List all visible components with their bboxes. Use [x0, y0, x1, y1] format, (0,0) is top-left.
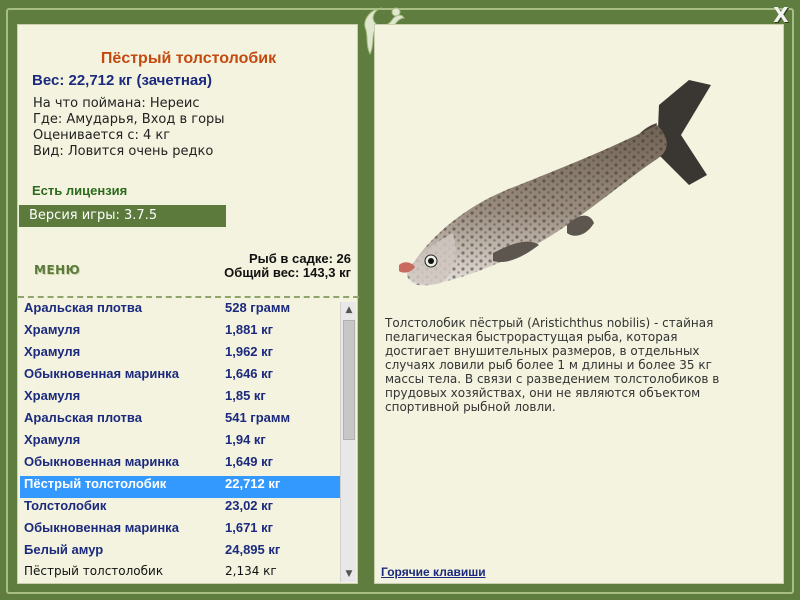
catch-fish-name: Белый амур	[24, 542, 104, 557]
catch-fish-name: Храмуля	[24, 388, 81, 403]
catch-fish-name: Пёстрый толстолобик	[24, 564, 164, 578]
catch-fish-name: Обыкновенная маринка	[24, 454, 179, 469]
catch-fish-weight: 22,712 кг	[225, 476, 281, 491]
game-version: Версия игры: 3.7.5	[19, 205, 226, 227]
catch-fish-weight: 23,02 кг	[225, 498, 274, 513]
catch-row[interactable]: Пёстрый толстолобик 22,712 кг	[20, 476, 342, 498]
catch-row[interactable]: Аральская плотва 528 грамм	[20, 300, 342, 322]
catch-row[interactable]: Храмуля 1,962 кг	[20, 344, 342, 366]
catch-fish-weight: 1,962 кг	[225, 344, 274, 359]
catch-fish-weight: 1,671 кг	[225, 520, 274, 535]
catch-fish-name: Аральская плотва	[24, 410, 142, 425]
catch-row[interactable]: Храмуля 1,85 кг	[20, 388, 342, 410]
catch-fish-name: Храмуля	[24, 322, 81, 337]
location-detail: Где: Амударья, Вход в горы	[33, 112, 225, 127]
hotkeys-link[interactable]: Горячие клавиши	[381, 565, 486, 579]
catch-fish-name: Толстолобик	[24, 498, 107, 513]
catch-fish-name: Храмуля	[24, 344, 81, 359]
catch-row[interactable]: Храмуля 1,881 кг	[20, 322, 342, 344]
catch-row[interactable]: Обыкновенная маринка 1,671 кг	[20, 520, 342, 542]
menu-button[interactable]: МЕНЮ	[34, 263, 80, 277]
catch-row[interactable]: Обыкновенная маринка 1,649 кг	[20, 454, 342, 476]
catch-fish-weight: 1,649 кг	[225, 454, 274, 469]
catch-fish-name: Храмуля	[24, 432, 81, 447]
total-weight: Общий вес: 143,3 кг	[224, 265, 351, 280]
rarity-detail: Вид: Ловится очень редко	[33, 144, 214, 159]
catch-fish-weight: 24,895 кг	[225, 542, 281, 557]
list-scrollbar[interactable]: ▲ ▼	[340, 302, 356, 582]
catch-row[interactable]: Пёстрый толстолобик 2,134 кг	[20, 564, 342, 586]
catch-fish-weight: 2,134 кг	[225, 564, 277, 578]
catch-fish-weight: 541 грамм	[225, 410, 291, 425]
keepnet-stats: Рыб в садке: 26 Общий вес: 143,3 кг	[224, 252, 351, 280]
catch-fish-weight: 1,94 кг	[225, 432, 266, 447]
catch-row[interactable]: Белый амур 24,895 кг	[20, 542, 342, 564]
bait-detail: На что поймана: Нереис	[33, 96, 200, 111]
fish-weight: Вес: 22,712 кг (зачетная)	[32, 72, 213, 89]
catch-fish-weight: 1,85 кг	[225, 388, 266, 403]
catch-fish-weight: 528 грамм	[225, 300, 291, 315]
fish-title: Пёстрый толстолобик	[100, 50, 277, 67]
fish-count: Рыб в садке: 26	[248, 251, 351, 266]
catch-row[interactable]: Толстолобик 23,02 кг	[20, 498, 342, 520]
fish-picture-panel: Толстолобик пёстрый (Aristichthus nobili…	[374, 24, 784, 584]
catch-fish-name: Обыкновенная маринка	[24, 520, 179, 535]
min-weight-detail: Оценивается с: 4 кг	[33, 128, 171, 143]
catch-row[interactable]: Храмуля 1,94 кг	[20, 432, 342, 454]
catch-fish-name: Обыкновенная маринка	[24, 366, 179, 381]
close-button[interactable]: X	[770, 4, 792, 26]
arrow-down-icon[interactable]: ▼	[341, 566, 357, 582]
catch-fish-weight: 1,881 кг	[225, 322, 274, 337]
arrow-up-icon[interactable]: ▲	[341, 302, 357, 318]
divider	[18, 296, 359, 298]
catch-row[interactable]: Аральская плотва 541 грамм	[20, 410, 342, 432]
catch-row[interactable]: Обыкновенная маринка 1,646 кг	[20, 366, 342, 388]
fish-picture	[399, 80, 711, 286]
license-status: Есть лицензия	[32, 183, 128, 198]
catch-fish-weight: 1,646 кг	[225, 366, 274, 381]
catch-fish-name: Пёстрый толстолобик	[24, 476, 167, 491]
catch-list[interactable]: Аральская плотва 528 грамм Храмуля 1,881 кг…	[20, 300, 342, 586]
catch-fish-name: Аральская плотва	[24, 300, 142, 315]
scroll-thumb[interactable]	[343, 320, 355, 440]
fish-description: Толстолобик пёстрый (Aristichthus nobili…	[385, 316, 720, 414]
